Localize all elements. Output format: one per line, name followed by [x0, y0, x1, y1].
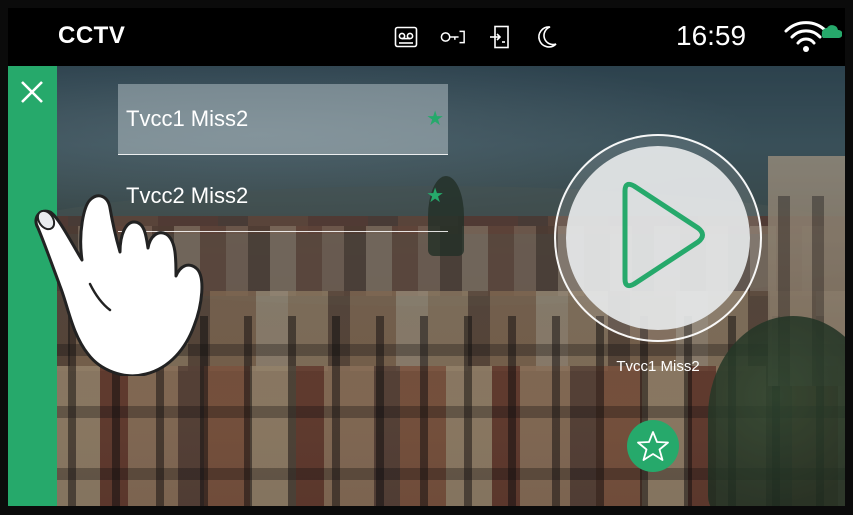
side-rail — [8, 66, 57, 506]
camera-item-2[interactable]: Tvcc2 Miss2 ★ — [118, 161, 448, 232]
play-button-face — [566, 146, 750, 330]
close-icon — [21, 81, 43, 103]
door-exit-icon — [487, 25, 513, 49]
star-outline-icon — [637, 431, 669, 461]
status-icons — [393, 25, 560, 49]
camera-list: Tvcc1 Miss2 ★ Tvcc2 Miss2 ★ — [118, 84, 448, 232]
voicemail-icon — [393, 25, 419, 49]
status-bar: CCTV 16:59 — [8, 8, 845, 66]
camera-item-1[interactable]: Tvcc1 Miss2 ★ — [118, 84, 448, 155]
star-icon: ★ — [426, 108, 444, 130]
camera-label: Tvcc2 Miss2 — [126, 183, 249, 208]
app-title: CCTV — [58, 22, 126, 49]
clock: 16:59 — [676, 20, 747, 51]
star-icon: ★ — [426, 185, 444, 207]
moon-icon — [534, 25, 560, 49]
player-caption: Tvcc1 Miss2 — [616, 358, 700, 375]
play-icon — [622, 181, 705, 289]
favorite-button[interactable] — [627, 420, 679, 472]
play-button[interactable] — [554, 134, 762, 342]
camera-background: Tvcc1 Miss2 ★ Tvcc2 Miss2 ★ Tvcc1 Miss2 — [8, 66, 845, 506]
camera-label: Tvcc1 Miss2 — [126, 106, 249, 131]
close-button[interactable] — [14, 74, 50, 110]
wifi-cloud-icon — [782, 18, 843, 54]
door-key-icon — [440, 25, 466, 49]
